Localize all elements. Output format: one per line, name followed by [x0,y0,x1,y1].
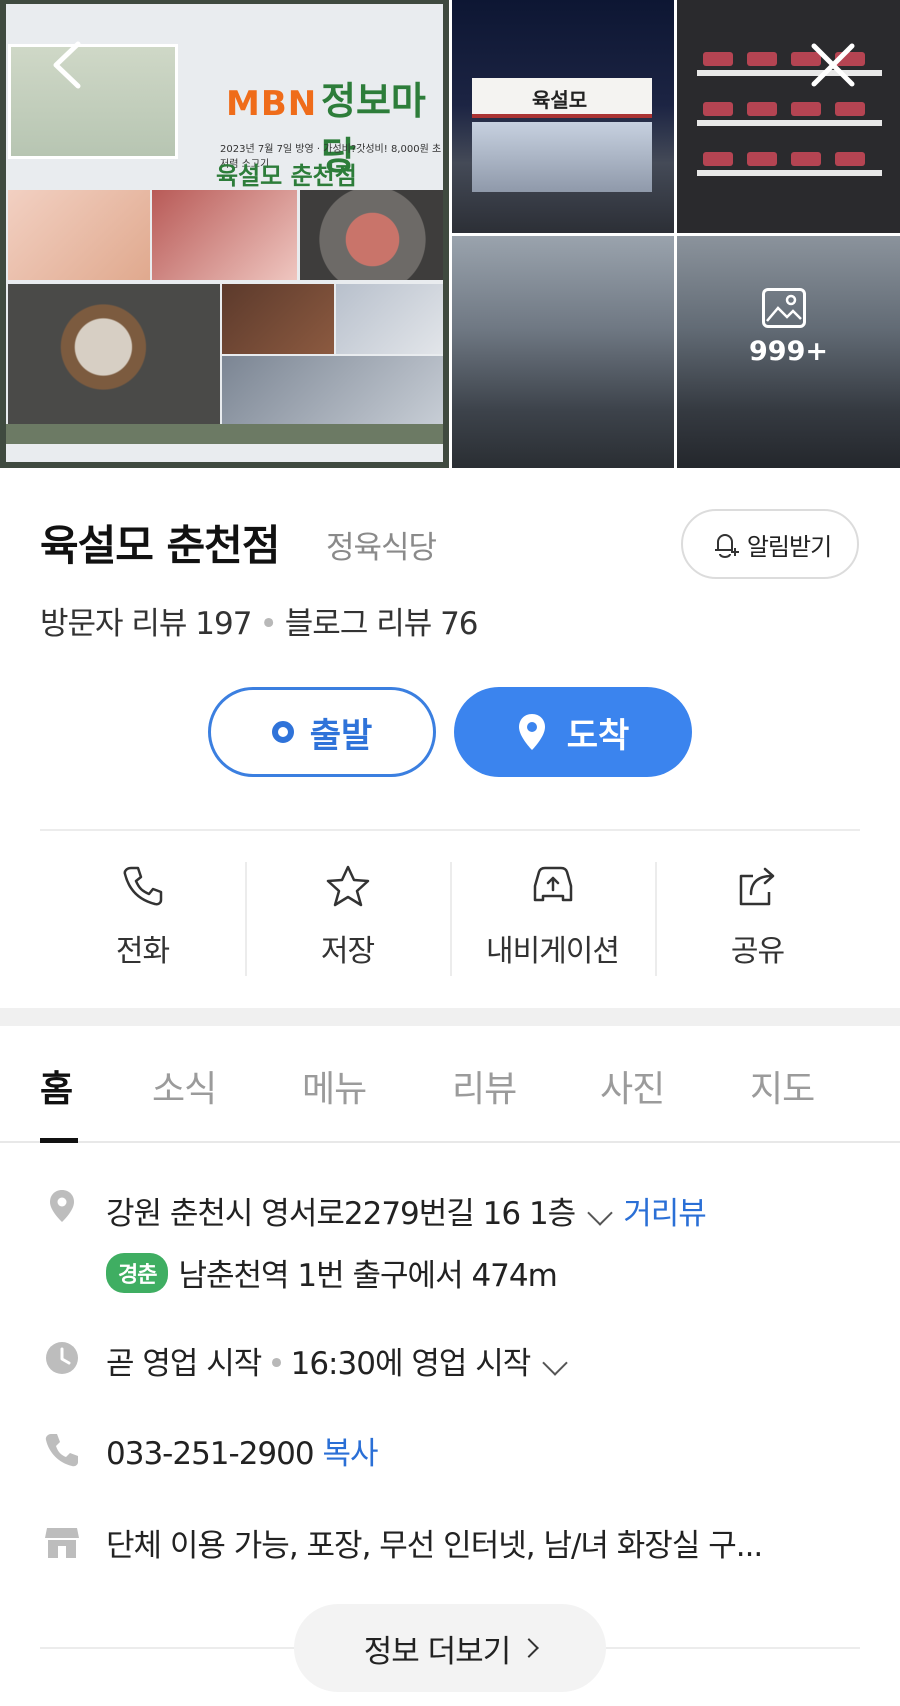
hours-detail: 16:30에 영업 시작 [290,1346,532,1382]
tab-map[interactable]: 지도 [750,1060,815,1112]
tab-menu[interactable]: 메뉴 [302,1060,367,1112]
photo-storefront[interactable]: 육설모 [452,0,674,233]
tab-home[interactable]: 홈 [40,1060,73,1112]
meat-tray [835,102,865,116]
separator-dot: • [267,1346,285,1382]
depart-button-label: 출발 [309,715,373,756]
more-info-label: 정보 더보기 [363,1633,511,1670]
meat-tray [703,102,733,116]
address-row: 강원 춘천시 영서로2279번길 16 1층 거리뷰 [106,1188,707,1233]
quick-actions: 전화 저장 내비게이션 공유 [40,858,860,978]
collage-table-image [8,284,220,424]
chevron-down-icon[interactable] [587,1199,613,1226]
action-navigation[interactable]: 내비게이션 [450,858,655,978]
tab-photos[interactable]: 사진 [600,1060,665,1112]
divider [40,829,860,831]
phone-icon [45,1434,78,1467]
photo-more-overlay[interactable]: 999+ [677,236,900,468]
subway-directions: 남춘천역 1번 출구에서 474m [178,1258,557,1294]
collage-meat-image [152,190,297,280]
alert-button-label: 알림받기 [746,532,832,561]
collage-chef-image [8,190,150,280]
more-photos-count: 999+ [749,336,828,367]
action-label: 공유 [730,934,785,969]
collage-bottom-bar [6,424,443,444]
review-summary: 방문자 리뷰 197 • 블로그 리뷰 76 [40,598,479,643]
close-icon [811,43,855,87]
store-icon [45,1528,79,1558]
origin-dot-icon [271,721,294,743]
meat-tray [747,52,777,66]
active-tab-indicator [40,1138,78,1143]
copy-button[interactable]: 복사 [322,1436,378,1472]
amenities-row: 단체 이용 가능, 포장, 무선 인터넷, 남/녀 화장실 구... [106,1528,763,1564]
subway-line-badge: 경춘 [106,1253,169,1293]
arrive-button-label: 도착 [566,715,630,756]
phone-row: 033-251-2900 복사 [106,1428,379,1473]
subway-row: 경춘 남춘천역 1번 출구에서 474m [106,1250,558,1295]
collage-guests-image [222,356,443,424]
separator-dot: • [259,606,277,642]
storefront-window [472,122,652,192]
action-label: 저장 [320,934,375,969]
meat-tray [835,152,865,166]
collage-bbq-image [222,284,334,354]
car-icon [533,866,572,902]
map-pin-icon [518,714,545,750]
arrive-button[interactable]: 도착 [454,687,692,777]
chevron-right-icon [519,1638,540,1658]
collage-brand: MBN [226,84,318,124]
more-info-button[interactable]: 정보 더보기 [294,1604,606,1692]
meat-tray [703,52,733,66]
photo-gallery: MBN 정보마당 2023년 7월 7일 방영 · 가성비?갓성비! 8,000… [0,0,900,468]
tab-reviews[interactable]: 리뷰 [452,1060,517,1112]
meat-tray [791,102,821,116]
hours-row[interactable]: 곧 영업 시작 • 16:30에 영업 시작 [106,1338,578,1383]
alert-button[interactable]: 알림받기 [681,509,859,579]
collage-grill-image [300,190,443,280]
action-call[interactable]: 전화 [40,858,245,978]
divider [40,1647,294,1649]
bell-plus-icon [714,534,739,558]
action-share[interactable]: 공유 [655,858,860,978]
action-label: 내비게이션 [486,934,620,969]
tab-news[interactable]: 소식 [152,1060,217,1112]
divider [606,1647,860,1649]
collage-shop-name: 육설모 춘천점 [216,162,357,190]
street-view-link[interactable]: 거리뷰 [623,1196,707,1232]
meat-tray [747,152,777,166]
photo-meat-fridge[interactable] [677,0,900,233]
location-pin-icon [50,1190,74,1222]
share-icon [739,867,774,906]
fridge-shelf [697,170,882,176]
storefront-sign: 육설모 [472,78,652,118]
chevron-left-icon [53,41,81,89]
image-icon [762,288,806,328]
fridge-shelf [697,120,882,126]
storefront-sign-text: 육설모 [532,88,588,112]
photo-dining-hall[interactable] [452,236,674,468]
star-icon [326,865,369,907]
tab-bar: 홈 소식 메뉴 리뷰 사진 지도 [0,1026,900,1143]
clock-icon [46,1342,78,1374]
phone-number[interactable]: 033-251-2900 [106,1436,315,1472]
blog-reviews-link[interactable]: 블로그 리뷰 76 [285,606,479,642]
meat-tray [703,152,733,166]
meat-tray [747,102,777,116]
address-text: 강원 춘천시 영서로2279번길 16 1층 [106,1196,576,1232]
meat-tray [791,152,821,166]
chevron-down-icon[interactable] [542,1349,568,1376]
back-button[interactable] [42,38,96,92]
phone-icon [123,866,162,906]
place-category: 정육식당 [326,530,437,566]
close-button[interactable] [806,38,860,92]
action-label: 전화 [115,934,170,969]
section-separator [0,1008,900,1026]
depart-button[interactable]: 출발 [208,687,436,777]
visitor-reviews-link[interactable]: 방문자 리뷰 197 [40,606,252,642]
place-name: 육설모 춘천점 [40,521,280,570]
hours-status: 곧 영업 시작 [106,1346,262,1382]
collage-interview-image [336,284,443,354]
action-save[interactable]: 저장 [245,858,450,978]
